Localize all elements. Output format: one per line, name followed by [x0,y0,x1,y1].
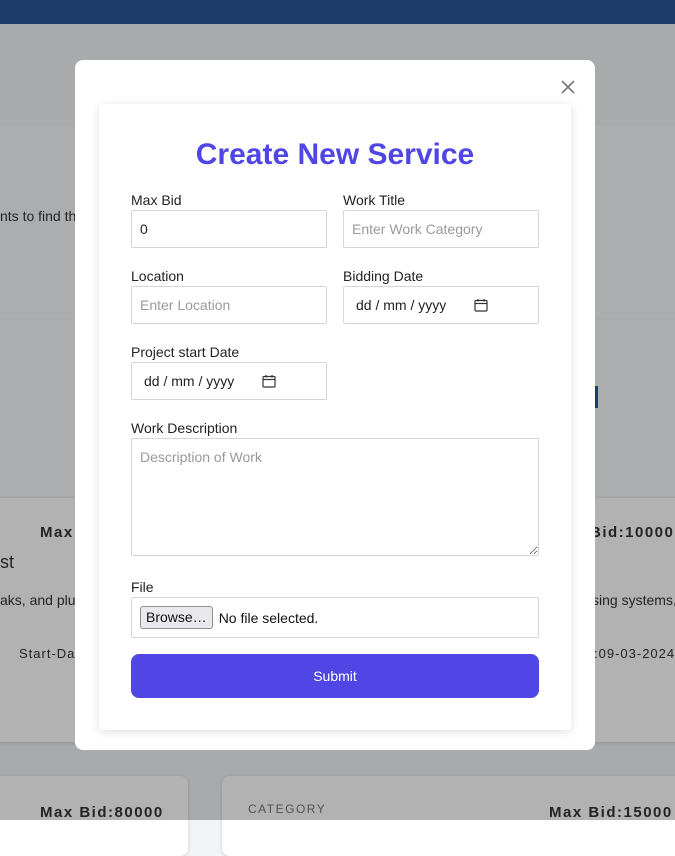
bidding-date-label: Bidding Date [343,268,424,284]
max-bid-input[interactable] [131,210,327,248]
calendar-icon[interactable] [474,298,488,312]
file-label: File [131,579,154,595]
project-start-date-label: Project start Date [131,344,240,360]
close-button[interactable] [559,78,577,96]
create-service-modal: Create New Service Max Bid Work Title Lo… [75,60,595,750]
max-bid-label: Max Bid [131,192,182,208]
location-label: Location [131,268,184,284]
close-icon [561,80,575,94]
create-service-form: Create New Service Max Bid Work Title Lo… [99,104,571,730]
date-value: dd / mm / yyyy [356,297,447,313]
project-start-date-input[interactable]: dd / mm / yyyy [131,362,327,400]
browse-button[interactable]: Browse… [140,606,213,629]
work-title-label: Work Title [343,192,405,208]
work-description-textarea[interactable] [131,438,539,556]
file-status: No file selected. [218,609,319,626]
date-value: dd / mm / yyyy [144,373,235,389]
work-title-input[interactable] [343,210,539,248]
submit-button[interactable]: Submit [131,654,539,698]
location-input[interactable] [131,286,327,324]
bidding-date-input[interactable]: dd / mm / yyyy [343,286,539,324]
form-title: Create New Service [195,138,475,171]
file-input[interactable]: Browse… No file selected. [131,597,539,638]
work-description-label: Work Description [131,420,238,436]
calendar-icon[interactable] [262,374,276,388]
